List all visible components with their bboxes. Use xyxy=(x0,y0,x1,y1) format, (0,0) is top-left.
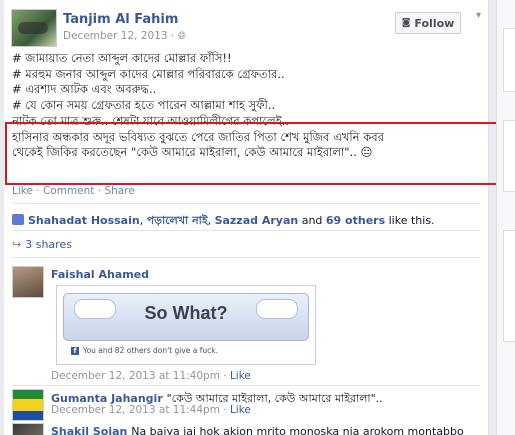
divider xyxy=(12,230,480,231)
liker-link[interactable]: Shahadat Hossain xyxy=(28,214,140,227)
liker-link[interactable]: পড়ালেখা নাই xyxy=(147,214,208,227)
post-date[interactable]: December 12, 2013 · 🌐︎ xyxy=(63,30,186,43)
share-icon: ↪ xyxy=(12,238,22,251)
highlight-box xyxy=(5,122,505,185)
shares-link[interactable]: ↪ 3 shares xyxy=(12,238,72,251)
post-line: # জামায়াত নেতা আব্দুল কাদের মোল্লার ফাঁ… xyxy=(12,51,232,65)
post-author[interactable]: Tanjim Al Fahim xyxy=(63,12,178,27)
post-line: # মরহুম জনাব আব্দুল কাদের মোল্লার পরিবার… xyxy=(12,66,285,81)
like-link[interactable]: Like xyxy=(12,185,33,197)
divider xyxy=(12,385,480,386)
so-what-button-graphic: So What? xyxy=(63,293,309,341)
right-panel-box xyxy=(503,28,515,92)
so-what-footer: f You and 82 others don't give a fuck. xyxy=(71,346,218,355)
share-link[interactable]: Share xyxy=(104,185,134,197)
commenter-avatar[interactable] xyxy=(12,389,44,421)
commenter-avatar[interactable] xyxy=(12,423,44,435)
rss-icon: ◙ xyxy=(401,18,411,28)
comment-meta: December 12, 2013 at 11:40pm · Like xyxy=(51,370,251,382)
right-panel-box xyxy=(503,120,515,192)
facebook-icon: f xyxy=(71,346,79,355)
likes-summary: Shahadat Hossain, পড়ালেখা নাই, Sazzad A… xyxy=(12,212,435,231)
thumbs-up-icon xyxy=(12,214,24,225)
right-panel-box xyxy=(503,230,515,342)
comment-like-link[interactable]: Like xyxy=(230,370,251,382)
chevron-down-icon[interactable]: ▾ xyxy=(476,10,486,21)
others-link[interactable]: 69 others xyxy=(326,214,385,227)
follow-button[interactable]: ◙ Follow xyxy=(395,12,461,34)
divider xyxy=(12,203,480,204)
divider xyxy=(12,257,480,258)
comment-meta: December 12, 2013 at 11:44pm · Like xyxy=(51,404,251,416)
comment-link[interactable]: Comment xyxy=(43,185,94,197)
commenter-name[interactable]: Shakil Sojan xyxy=(51,425,127,435)
post-actions: Like · Comment · Share xyxy=(12,185,135,197)
globe-icon: · 🌐︎ xyxy=(170,30,186,42)
commenter-name[interactable]: Faishal Ahamed xyxy=(51,268,149,281)
commenter-avatar[interactable] xyxy=(12,266,44,298)
so-what-image[interactable]: So What? f You and 82 others don't give … xyxy=(56,285,316,365)
author-avatar[interactable] xyxy=(11,9,57,47)
liker-link[interactable]: Sazzad Aryan xyxy=(215,214,299,227)
post-line: # যে কোন সময় গ্রেফতার হতে পারেন আল্লামা… xyxy=(12,98,276,113)
post-line: # এরশাদ আটক এবং অবরুদ্ধ.. xyxy=(12,82,157,97)
post-card: Tanjim Al Fahim December 12, 2013 · 🌐︎ ◙… xyxy=(4,0,489,435)
comment-like-link[interactable]: Like xyxy=(230,404,251,416)
comment-row: Shakil Sojan Na baiya jai hok akjon mrit… xyxy=(51,425,464,435)
comment-text: Na baiya jai hok akjon mrito monoska nia… xyxy=(131,425,464,435)
